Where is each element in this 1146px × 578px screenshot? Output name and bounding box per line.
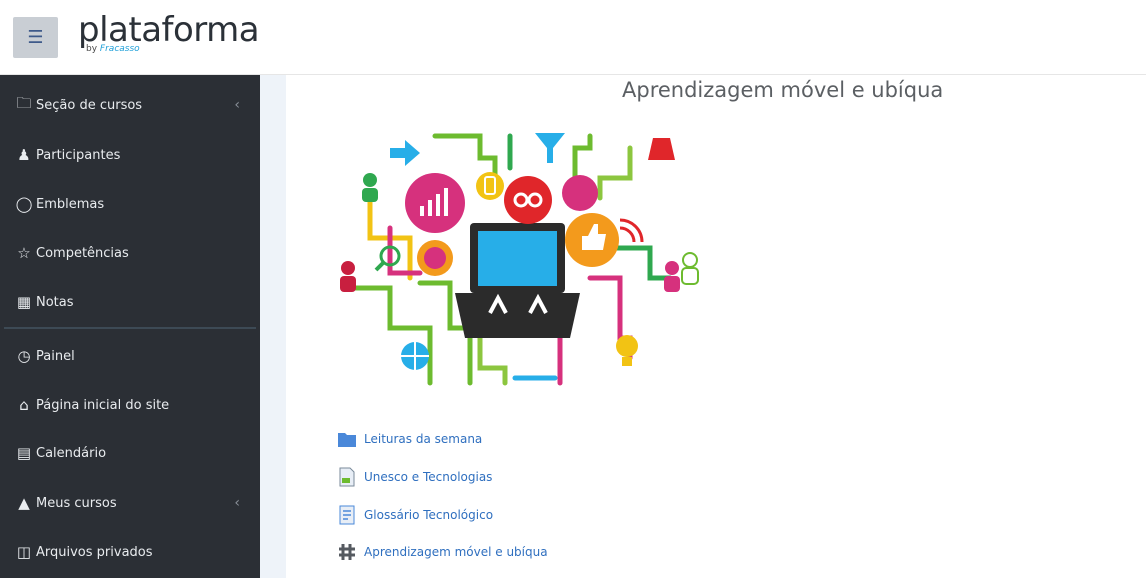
lightbulb-icon: [616, 335, 638, 357]
person-icon: [682, 252, 698, 268]
sidebar-item-label: Seção de cursos: [36, 97, 143, 113]
star-icon: ☆: [17, 244, 31, 262]
sidebar-item-label: Competências: [36, 245, 129, 261]
forum-icon: [336, 541, 358, 563]
folder-icon: 🗀: [16, 93, 32, 112]
graduation-cap-icon: ▲: [18, 494, 30, 512]
activity-label[interactable]: Aprendizagem móvel e ubíqua: [364, 545, 548, 559]
activity-resource[interactable]: Unesco e Tecnologias: [336, 466, 492, 488]
arrow-right-icon: [390, 140, 420, 166]
hamburger-icon: ☰: [27, 27, 44, 48]
sidebar-item-label: Calendário: [36, 445, 107, 461]
hamburger-menu-button[interactable]: ☰: [13, 17, 58, 58]
chevron-left-icon[interactable]: ‹: [234, 97, 240, 113]
sidebar-item-competencias[interactable]: ☆ Competências: [0, 229, 260, 277]
sidebar-item-pagina-inicial[interactable]: ⌂ Página inicial do site: [0, 381, 260, 429]
top-navbar: ☰ plataforma by Fracasso: [0, 0, 1146, 75]
activity-label[interactable]: Unesco e Tecnologias: [364, 470, 492, 484]
sidebar-divider: [4, 327, 256, 329]
sidebar-item-meus-cursos[interactable]: ▲ Meus cursos ‹: [0, 479, 260, 527]
rss-icon: [619, 218, 644, 243]
sidebar-item-participantes[interactable]: ♟ Participantes: [0, 131, 260, 179]
logo-subtitle: by Fracasso: [86, 44, 140, 54]
activity-glossary[interactable]: Glossário Tecnológico: [336, 504, 493, 526]
chart-bubble-icon: [405, 173, 465, 233]
dashboard-icon: ◷: [17, 347, 31, 365]
sidebar-item-label: Painel: [36, 348, 75, 364]
person-icon: [363, 173, 377, 187]
sidebar-item-label: Emblemas: [36, 196, 105, 212]
tag-bubble-icon: [562, 175, 598, 211]
sidebar-item-calendario[interactable]: ▤ Calendário: [0, 429, 260, 477]
activity-folder[interactable]: Leituras da semana: [336, 428, 482, 450]
badge-icon: ◯: [15, 195, 33, 213]
activity-label[interactable]: Leituras da semana: [364, 432, 482, 446]
activity-label[interactable]: Glossário Tecnológico: [364, 508, 493, 522]
logo-sub-prefix: by: [86, 44, 98, 54]
calendar-icon: ▤: [16, 444, 32, 462]
person-icon: [341, 261, 355, 275]
sidebar-item-label: Meus cursos: [36, 495, 117, 511]
sidebar-item-label: Participantes: [36, 147, 121, 163]
person-icon: [665, 261, 679, 275]
folder-icon: [336, 428, 358, 450]
sidebar-item-arquivos-privados[interactable]: ◫ Arquivos privados: [0, 528, 260, 576]
sidebar-item-label: Notas: [36, 294, 74, 310]
sidebar-item-painel[interactable]: ◷ Painel: [0, 332, 260, 380]
sidebar-item-label: Página inicial do site: [36, 397, 170, 413]
file-icon: ◫: [16, 543, 32, 561]
pdf-document-icon: [336, 466, 358, 488]
grades-icon: ▦: [16, 293, 32, 311]
logo-sub-brand: Fracasso: [99, 44, 140, 54]
sidebar-item-notas[interactable]: ▦ Notas: [0, 278, 260, 326]
page-title: Aprendizagem móvel e ubíqua: [622, 78, 944, 102]
content-gutter: [260, 75, 286, 578]
money-bag-icon: [648, 138, 675, 160]
topic-illustration: [340, 133, 699, 386]
users-icon: ♟: [17, 146, 31, 164]
home-icon: ⌂: [19, 396, 29, 414]
glossary-icon: [336, 504, 358, 526]
activity-forum[interactable]: Aprendizagem móvel e ubíqua: [336, 541, 548, 563]
sidebar-item-secao-de-cursos[interactable]: 🗀 Seção de cursos ‹: [0, 81, 260, 129]
chevron-left-icon[interactable]: ‹: [234, 495, 240, 511]
funnel-icon: [535, 133, 565, 163]
sidebar-item-emblemas[interactable]: ◯ Emblemas: [0, 180, 260, 228]
sidebar-item-label: Arquivos privados: [36, 544, 153, 560]
sidebar-nav: 🗀 Seção de cursos ‹ ♟ Participantes ◯ Em…: [0, 75, 260, 578]
